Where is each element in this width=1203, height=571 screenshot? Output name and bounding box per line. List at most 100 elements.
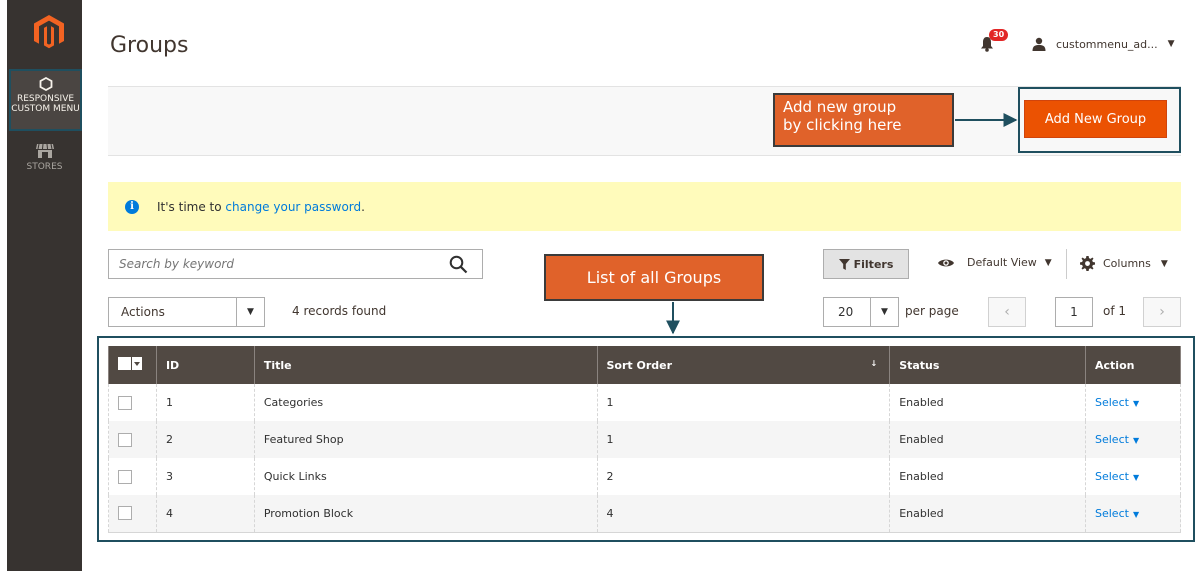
sidebar-item-label: RESPONSIVE: [16, 94, 75, 104]
column-header-status[interactable]: Status: [889, 346, 1086, 384]
add-new-group-button[interactable]: Add New Group: [1024, 100, 1167, 138]
cell-sort-order: 2: [596, 458, 891, 495]
notice-text: It's time to: [157, 199, 226, 214]
sidebar-item-stores[interactable]: STORES: [7, 143, 82, 172]
column-header-label: Sort Order: [606, 358, 673, 372]
column-header-id[interactable]: ID: [155, 346, 255, 384]
select-label: Select: [1095, 470, 1129, 483]
columns-label: Columns: [1103, 257, 1151, 270]
sidebar-item-label: STORES: [26, 162, 63, 172]
add-group-callout: Add new group by clicking here: [773, 93, 954, 147]
magento-logo-icon[interactable]: [29, 12, 69, 52]
table-row: 3 Quick Links 2 Enabled Select ▼: [108, 458, 1181, 495]
total-pages-label: of 1: [1103, 304, 1127, 318]
eye-icon: [938, 259, 954, 266]
password-notice: i It's time to change your password .: [108, 182, 1181, 231]
hexagon-icon: [39, 77, 52, 91]
notifications-count-badge: 30: [989, 29, 1009, 41]
sort-arrow-icon: ↓: [870, 359, 878, 368]
chevron-down-icon: ▼: [1132, 473, 1140, 482]
records-count: 4 records found: [292, 304, 387, 318]
row-checkbox[interactable]: [118, 432, 132, 447]
list-groups-callout: List of all Groups: [544, 254, 764, 301]
chevron-down-icon: ▼: [1132, 399, 1140, 408]
per-page-value: 20: [838, 305, 854, 319]
sidebar: RESPONSIVE CUSTOM MENU STORES: [7, 0, 82, 571]
view-label: Default View: [967, 256, 1037, 269]
chevron-down-icon: ▼: [1044, 257, 1052, 268]
row-action-select[interactable]: Select ▼: [1095, 507, 1139, 520]
keyword-search: [108, 249, 483, 279]
cell-title: Categories: [253, 384, 598, 421]
store-icon: [35, 143, 54, 158]
cell-title: Quick Links: [253, 458, 598, 495]
actions-label: Actions: [121, 305, 165, 319]
table-row: 1 Categories 1 Enabled Select ▼: [108, 384, 1181, 421]
column-header-sort-order[interactable]: Sort Order ↓: [596, 346, 891, 384]
cell-id: 4: [155, 495, 255, 533]
change-password-link[interactable]: change your password: [225, 200, 361, 214]
column-header-action: Action: [1085, 346, 1181, 384]
chevron-down-icon: ▼: [1160, 258, 1168, 269]
user-menu[interactable]: custommenu_ad... ▼: [1032, 37, 1175, 51]
notifications-button[interactable]: 30: [980, 29, 1009, 53]
current-page-input[interactable]: 1: [1055, 297, 1093, 327]
cell-title: Featured Shop: [253, 421, 598, 458]
columns-dropdown[interactable]: Columns ▼: [1080, 256, 1168, 271]
admin-app: RESPONSIVE CUSTOM MENU STORES Groups 30: [0, 0, 1203, 571]
cell-id: 1: [155, 384, 255, 421]
search-input[interactable]: [109, 250, 439, 278]
callout-text: by clicking here: [783, 116, 902, 134]
cell-status: Enabled: [889, 495, 1086, 533]
mass-actions-select[interactable]: Actions ▼: [108, 297, 265, 327]
row-action-select[interactable]: Select ▼: [1095, 396, 1139, 409]
gear-icon: [1080, 256, 1095, 271]
table-row: 2 Featured Shop 1 Enabled Select ▼: [108, 421, 1181, 458]
cell-status: Enabled: [889, 458, 1086, 495]
chevron-down-icon: ▼: [870, 298, 898, 326]
info-icon: i: [125, 199, 139, 214]
next-page-button[interactable]: ›: [1143, 297, 1181, 327]
select-label: Select: [1095, 506, 1129, 520]
row-checkbox[interactable]: [118, 469, 132, 484]
row-checkbox[interactable]: [118, 506, 132, 521]
table-row: 4 Promotion Block 4 Enabled Select ▼: [108, 495, 1181, 533]
cell-id: 3: [155, 458, 255, 495]
notice-suffix: .: [361, 199, 365, 214]
row-action-select[interactable]: Select ▼: [1095, 470, 1139, 483]
per-page-label: per page: [905, 304, 959, 318]
callout-text: Add new group: [783, 98, 897, 116]
table-header-row: ID Title Sort Order ↓ Status Action: [108, 346, 1181, 384]
chevron-down-icon: ▼: [1132, 509, 1140, 519]
select-label: Select: [1095, 396, 1129, 409]
chevron-down-icon[interactable]: [132, 357, 142, 370]
chevron-down-icon: ▼: [1167, 39, 1175, 49]
filter-icon: [838, 258, 850, 270]
search-icon[interactable]: [449, 255, 468, 274]
row-checkbox[interactable]: [118, 395, 132, 410]
column-header-title[interactable]: Title: [253, 346, 598, 384]
previous-page-button[interactable]: ‹: [988, 297, 1026, 327]
sidebar-item-responsive-custom-menu[interactable]: RESPONSIVE CUSTOM MENU: [9, 69, 82, 131]
cell-id: 2: [155, 421, 255, 458]
cell-sort-order: 1: [596, 421, 891, 458]
row-action-select[interactable]: Select ▼: [1095, 433, 1139, 446]
header-actions: 30 custommenu_ad... ▼: [980, 29, 1175, 54]
cell-title: Promotion Block: [253, 495, 598, 533]
sidebar-item-label: CUSTOM MENU: [11, 104, 80, 114]
per-page-select[interactable]: 20 ▼: [823, 297, 899, 327]
default-view-dropdown[interactable]: Default View ▼: [937, 256, 1052, 269]
groups-table: ID Title Sort Order ↓ Status Action 1 Ca…: [108, 346, 1181, 533]
user-name: custommenu_ad...: [1056, 37, 1158, 51]
mass-select-header[interactable]: [108, 346, 157, 384]
cell-status: Enabled: [889, 421, 1086, 458]
user-icon: [1032, 37, 1046, 51]
cell-sort-order: 1: [596, 384, 891, 421]
cell-sort-order: 4: [596, 495, 891, 533]
mass-select-checkbox[interactable]: [118, 357, 142, 370]
cell-status: Enabled: [889, 384, 1086, 421]
filters-button[interactable]: Filters: [823, 249, 909, 279]
toolbar-divider: [1066, 249, 1067, 279]
left-strip: [0, 0, 7, 571]
chevron-down-icon: ▼: [1132, 436, 1140, 445]
